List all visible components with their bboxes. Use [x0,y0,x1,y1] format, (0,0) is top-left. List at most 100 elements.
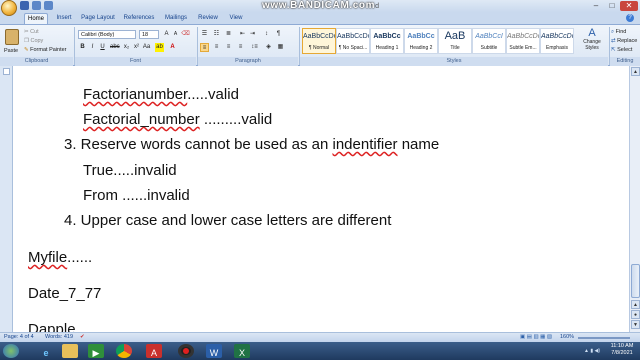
italic-button[interactable]: I [88,43,97,52]
increase-indent-button[interactable]: ⇥ [248,30,257,39]
vertical-ruler [0,66,13,332]
document-page[interactable]: Factorianumber.....valid Factorial_numbe… [13,66,629,332]
tab-references[interactable]: References [122,13,156,24]
page-count[interactable]: Page: 4 of 4 [4,333,34,342]
doc-line: True.....invalid [83,162,177,179]
style-normal[interactable]: AaBbCcDc ¶ Normal [302,28,336,54]
doc-line: From ......invalid [83,187,190,204]
acrobat-icon[interactable]: A [146,344,162,358]
cut-icon: ✂ [24,29,29,35]
tab-insert[interactable]: Insert [52,13,76,24]
doc-line: 3. Reserve words cannot be used as an in… [64,136,440,153]
align-right-button[interactable]: ≡ [224,43,233,52]
ruler-toggle[interactable] [3,68,10,75]
align-left-button[interactable]: ≡ [200,43,209,52]
decrease-indent-button[interactable]: ⇤ [238,30,247,39]
clear-format-button[interactable]: ⌫ [181,30,190,39]
multilevel-button[interactable]: ≣ [224,30,233,39]
start-icon[interactable] [3,344,19,358]
shading-button[interactable]: ◈ [264,43,273,52]
paste-button[interactable]: Paste [3,28,21,56]
scroll-up-button[interactable]: ▲ [631,67,640,76]
word-icon[interactable]: W [206,344,222,358]
tab-view[interactable]: View [226,13,246,24]
tab-review[interactable]: Review [196,13,220,24]
vertical-scrollbar[interactable]: ▲ ▲ ● ▼ [629,66,640,332]
doc-line: Dapple [28,321,76,332]
style-emphasis[interactable]: AaBbCcDc Emphasis [540,28,574,54]
line-spacing-button[interactable]: ↕≡ [250,43,259,52]
select-button[interactable]: ⇱ Select [611,46,632,54]
ie-icon[interactable]: e [38,344,54,358]
replace-icon: ⇄ [611,38,616,44]
justify-button[interactable]: ≡ [236,43,245,52]
font-group-label: Font [75,57,196,66]
bullets-button[interactable]: ☰ [200,30,209,39]
redo-icon[interactable] [44,1,53,10]
browse-object-button[interactable]: ● [631,310,640,319]
font-size-select[interactable]: 18 [139,30,159,39]
explorer-icon[interactable] [62,344,78,358]
show-marks-button[interactable]: ¶ [274,30,283,39]
style-title[interactable]: AaB Title [438,28,472,54]
font-color-button[interactable]: A [168,43,177,52]
style-subtle-emphasis[interactable]: AaBbCcDc Subtle Em... [506,28,540,54]
underline-button[interactable]: U [98,43,107,52]
subscript-button[interactable]: x₂ [122,43,131,52]
strikethrough-button[interactable]: abc [110,43,120,52]
media-icon[interactable]: ▶ [88,344,104,358]
format-painter-button[interactable]: ✎ Format Painter [24,46,67,54]
doc-line: Date_7_77 [28,285,102,302]
cut-button[interactable]: ✂ Cut [24,28,39,36]
doc-line: Factorianumber.....valid [83,86,239,103]
tab-page-layout[interactable]: Page Layout [80,13,116,24]
styles-group-label: Styles [300,57,608,66]
grow-font-button[interactable]: A [162,30,171,39]
style-no-spacing[interactable]: AaBbCcDc ¶ No Spaci... [336,28,370,54]
word-count[interactable]: Words: 419 [45,333,73,342]
shrink-font-button[interactable]: A [171,30,180,39]
prev-page-button[interactable]: ▲ [631,300,640,309]
tray-icons[interactable]: ▲ ▮ ◀) [540,348,600,354]
find-button[interactable]: ⌕ Find [611,28,626,36]
borders-button[interactable]: ▦ [276,43,285,52]
minimize-button[interactable]: – [588,1,604,11]
ribbon-tabs: Home Insert Page Layout References Maili… [0,12,640,24]
font-name-select[interactable]: Calibri (Body) [78,30,136,39]
next-page-button[interactable]: ▼ [631,320,640,329]
style-heading-1[interactable]: AaBbCc Heading 1 [370,28,404,54]
style-subtitle[interactable]: AaBbCcI Subtitle [472,28,506,54]
help-icon[interactable]: ? [626,14,634,22]
sort-button[interactable]: ↕ [262,30,271,39]
highlight-button[interactable]: ab [155,43,164,52]
taskbar: e ▶ A W X ▲ ▮ ◀) 11:10 AM 7/8/2021 [0,342,640,360]
superscript-button[interactable]: x² [132,43,141,52]
scroll-thumb[interactable] [631,264,640,298]
tab-mailings[interactable]: Mailings [162,13,190,24]
view-buttons[interactable]: ▣ ▤ ▥ ▦ ▧ [520,333,552,342]
zoom-level[interactable]: 160% [560,333,574,342]
bold-button[interactable]: B [78,43,87,52]
save-icon[interactable] [20,1,29,10]
chrome-icon[interactable] [116,344,132,358]
clock[interactable]: 11:10 AM 7/8/2021 [606,343,638,357]
close-button[interactable]: ✕ [620,1,638,11]
zoom-slider[interactable] [578,337,630,339]
paste-icon [5,29,19,45]
excel-icon[interactable]: X [234,344,250,358]
copy-button[interactable]: ❐ Copy [24,37,43,45]
change-case-button[interactable]: Aa [142,43,151,52]
proofing-icon[interactable]: ✔ [80,333,85,342]
doc-line: Myfile...... [28,249,93,266]
clipboard-group-label: Clipboard [0,57,73,66]
numbering-button[interactable]: ☷ [212,30,221,39]
maximize-button[interactable]: □ [605,1,619,11]
style-heading-2[interactable]: AaBbCc Heading 2 [404,28,438,54]
undo-icon[interactable] [32,1,41,10]
align-center-button[interactable]: ≡ [212,43,221,52]
tab-home[interactable]: Home [24,13,48,24]
office-button[interactable] [1,0,17,16]
record-icon[interactable] [178,344,194,358]
change-styles-button[interactable]: A Change Styles [577,27,607,56]
replace-button[interactable]: ⇄ Replace [611,37,637,45]
